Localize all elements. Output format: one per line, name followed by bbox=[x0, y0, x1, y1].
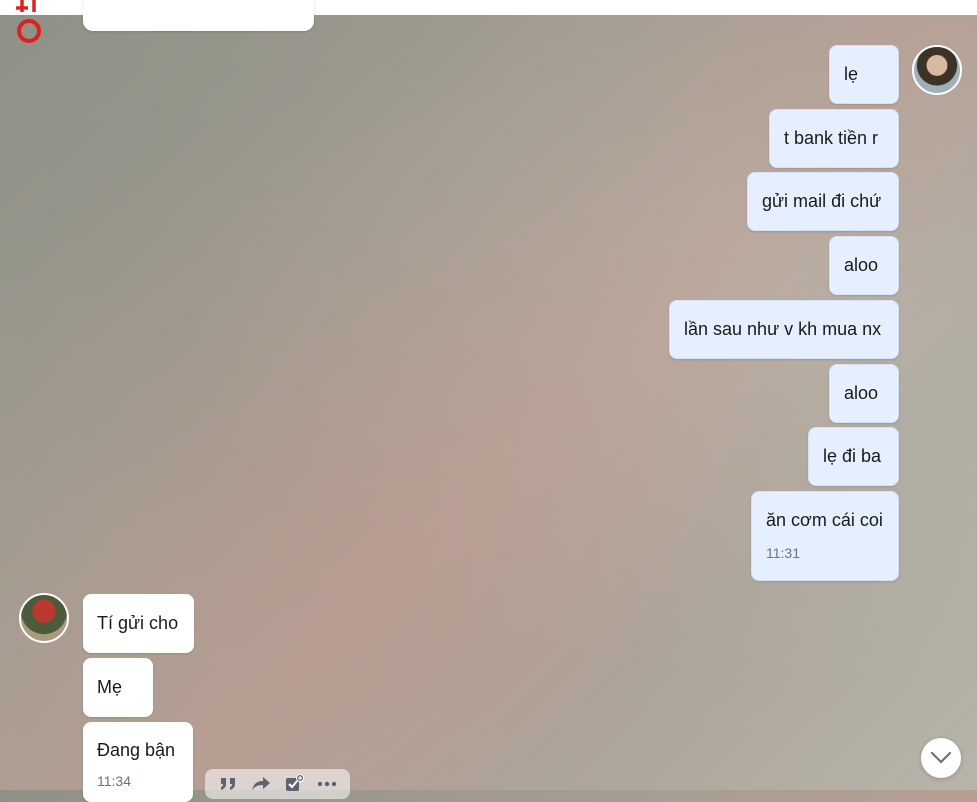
message-actions-bar bbox=[205, 769, 350, 799]
sent-message[interactable]: t bank tiền r bbox=[769, 109, 899, 168]
sent-message[interactable]: gửi mail đi chứ bbox=[747, 172, 899, 231]
message-text: lần sau như v kh mua nx bbox=[684, 319, 882, 339]
previous-message-bubble[interactable] bbox=[83, 0, 314, 31]
received-message[interactable]: Tí gửi cho bbox=[83, 594, 194, 653]
add-task-icon[interactable] bbox=[283, 773, 305, 795]
sent-message[interactable]: lần sau như v kh mua nx bbox=[669, 300, 899, 359]
sent-message[interactable]: aloo bbox=[829, 364, 899, 423]
forward-icon[interactable] bbox=[250, 773, 272, 795]
message-text: Tí gửi cho bbox=[97, 613, 179, 633]
contact-avatar[interactable] bbox=[19, 593, 69, 643]
sent-message[interactable]: lẹ bbox=[829, 45, 899, 104]
received-message[interactable]: Đang bận 11:34 bbox=[83, 722, 193, 802]
quote-icon[interactable] bbox=[217, 773, 239, 795]
red-mark-icon bbox=[16, 0, 41, 43]
message-text: Mẹ bbox=[97, 677, 123, 697]
sent-message[interactable]: aloo bbox=[829, 236, 899, 295]
received-message[interactable]: Mẹ bbox=[83, 658, 153, 717]
message-text: lẹ đi ba bbox=[823, 446, 882, 466]
message-text: ăn cơm cái coi bbox=[766, 510, 883, 530]
sent-message[interactable]: ăn cơm cái coi 11:31 bbox=[751, 491, 899, 581]
message-text: aloo bbox=[844, 255, 879, 275]
message-text: aloo bbox=[844, 383, 879, 403]
message-text: gửi mail đi chứ bbox=[762, 191, 882, 211]
message-text: Đang bận bbox=[97, 740, 176, 760]
message-timestamp: 11:34 bbox=[97, 773, 131, 789]
more-icon[interactable] bbox=[316, 773, 338, 795]
message-text: lẹ bbox=[844, 64, 859, 84]
chevron-down-icon bbox=[930, 751, 952, 764]
message-timestamp: 11:31 bbox=[766, 545, 800, 561]
scroll-to-bottom-button[interactable] bbox=[921, 738, 961, 778]
message-text: t bank tiền r bbox=[784, 128, 879, 148]
sent-message[interactable]: lẹ đi ba bbox=[808, 427, 899, 486]
my-avatar[interactable] bbox=[912, 45, 962, 95]
